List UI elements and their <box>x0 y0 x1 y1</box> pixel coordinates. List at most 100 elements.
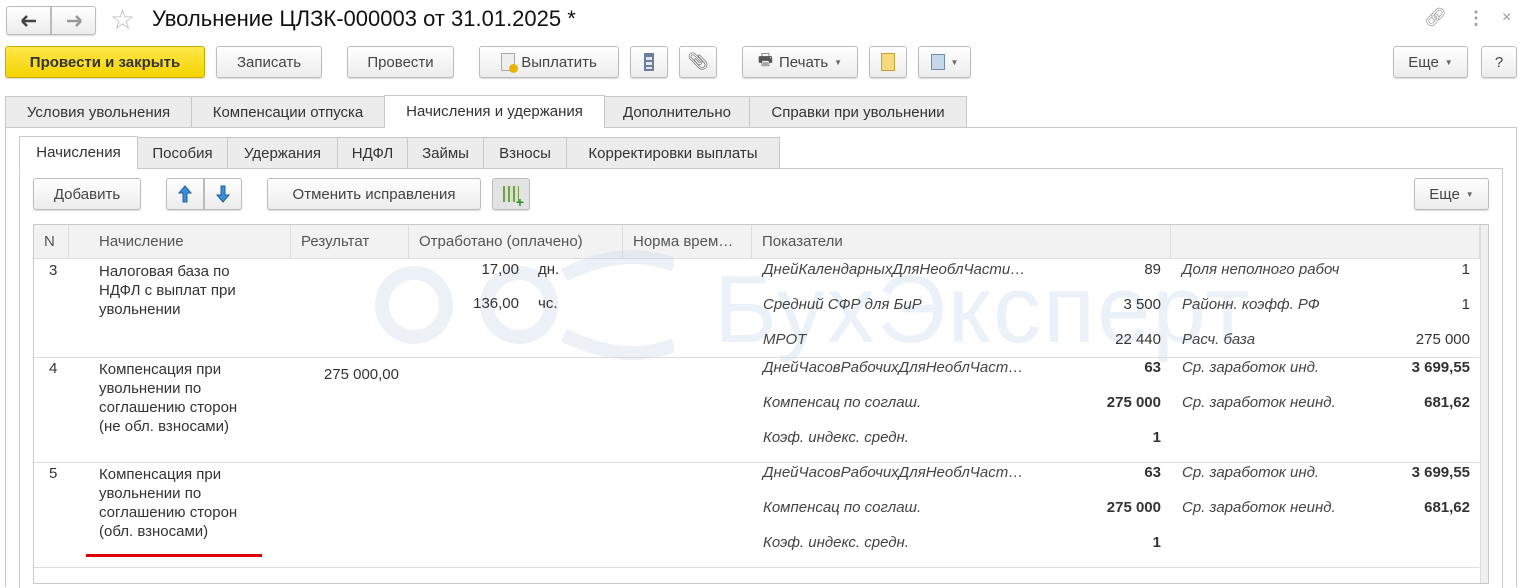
post-label: Провести <box>367 53 434 71</box>
indicator-label: ДнейКалендарныхДляНеоблЧасти… <box>763 261 1026 278</box>
arrow-down-icon <box>216 185 230 203</box>
table-more-label: Еще <box>1429 185 1460 203</box>
tab-label: Справки при увольнении <box>771 103 945 121</box>
post-button[interactable]: Провести <box>347 46 454 78</box>
column-header-norm[interactable]: Норма врем… <box>623 225 752 258</box>
add-label: Добавить <box>53 185 121 203</box>
accrual-name: Налоговая база по НДФЛ с выплат при увол… <box>99 263 236 318</box>
print-button[interactable]: 🖶 Печать ▼ <box>742 46 858 78</box>
subtab-ndfl[interactable]: НДФЛ <box>337 137 408 169</box>
move-up-button[interactable] <box>166 178 204 210</box>
tab-label: Начисления и удержания <box>406 103 583 120</box>
help-button[interactable]: ? <box>1481 46 1517 78</box>
tab-label: Начисления <box>36 144 121 161</box>
back-button[interactable] <box>6 6 51 35</box>
print-label: Печать <box>779 53 829 71</box>
subtab-contributions[interactable]: Взносы <box>483 137 567 169</box>
tab-label: Условия увольнения <box>26 103 171 121</box>
tab-dismissal-conditions[interactable]: Условия увольнения <box>5 96 192 128</box>
accrual-name: Компенсация при увольнении по соглашению… <box>99 466 238 540</box>
tab-vacation-compensation[interactable]: Компенсации отпуска <box>191 96 385 128</box>
post-and-close-button[interactable]: Провести и закрыть <box>5 46 205 78</box>
add-column-button[interactable]: + <box>492 178 530 210</box>
column-header-n[interactable]: N <box>34 225 69 258</box>
subtab-benefits[interactable]: Пособия <box>137 137 228 169</box>
indicator-label: Районн. коэфф. РФ <box>1182 296 1320 313</box>
column-header-result[interactable]: Результат <box>291 225 409 258</box>
subtab-payment-corrections[interactable]: Корректировки выплаты <box>566 137 780 169</box>
forward-button[interactable] <box>51 6 96 35</box>
tab-label: Займы <box>422 144 469 162</box>
indicator-value: 681,62 <box>1424 394 1470 411</box>
import-button[interactable]: ▼ <box>918 46 971 78</box>
dropdown-arrow-icon: ▼ <box>950 57 959 67</box>
favorite-star-icon[interactable]: ☆ <box>110 5 135 35</box>
indicator-value: 63 <box>1144 464 1161 481</box>
indicator-label: ДнейЧасовРабочихДляНеоблЧаст… <box>763 464 1024 481</box>
worked-value: 17,00 <box>481 261 519 278</box>
tab-additional[interactable]: Дополнительно <box>604 96 750 128</box>
indicator-value: 1 <box>1152 534 1161 551</box>
indicator-value: 3 500 <box>1123 296 1161 313</box>
indicator-label: МРОТ <box>763 331 807 348</box>
indicator-label: Коэф. индекс. средн. <box>763 429 909 446</box>
save-button[interactable]: Записать <box>216 46 322 78</box>
more-button[interactable]: Еще ▼ <box>1393 46 1468 78</box>
tab-label: НДФЛ <box>351 144 394 162</box>
tab-label: Корректировки выплаты <box>588 144 758 162</box>
dropdown-arrow-icon: ▼ <box>1465 189 1474 199</box>
dropdown-arrow-icon: ▼ <box>1444 57 1453 67</box>
cancel-fixes-label: Отменить исправления <box>292 185 456 203</box>
tab-label: Компенсации отпуска <box>212 103 364 121</box>
indicator-value: 275 000 <box>1415 331 1470 348</box>
column-header-accrual[interactable]: Начисление <box>89 225 291 258</box>
column-header-worked[interactable]: Отработано (оплачено) <box>409 225 623 258</box>
schedule-doc-button[interactable] <box>869 46 907 78</box>
arrow-up-icon <box>178 185 192 203</box>
arrow-right-icon <box>66 14 82 27</box>
table-more-button[interactable]: Еще ▼ <box>1414 178 1489 210</box>
indicator-label: Доля неполного рабоч <box>1182 261 1340 278</box>
subtab-deductions[interactable]: Удержания <box>227 137 338 169</box>
row-number: 4 <box>49 360 58 377</box>
row-divider <box>34 567 1479 568</box>
column-header-extra[interactable] <box>1171 225 1480 258</box>
indicator-value: 275 000 <box>1106 394 1161 411</box>
vertical-scrollbar[interactable] <box>1480 225 1488 583</box>
indicator-label: Ср. заработок инд. <box>1182 359 1320 376</box>
list-button[interactable] <box>630 46 668 78</box>
indicator-value: 89 <box>1144 261 1161 278</box>
row-number: 5 <box>49 465 58 482</box>
add-button[interactable]: Добавить <box>33 178 141 210</box>
tab-accruals-deductions[interactable]: Начисления и удержания <box>384 95 605 128</box>
post-and-close-label: Провести и закрыть <box>29 53 181 71</box>
more-label: Еще <box>1408 53 1439 71</box>
close-icon[interactable]: × <box>1502 9 1511 27</box>
table-add-icon: + <box>503 186 524 209</box>
dropdown-arrow-icon: ▼ <box>834 57 843 67</box>
indicator-value: 1 <box>1461 296 1470 313</box>
worked-unit: дн. <box>538 261 560 278</box>
move-down-button[interactable] <box>204 178 242 210</box>
indicator-label: Ср. заработок неинд. <box>1182 394 1336 411</box>
link-icon[interactable]: 🔗︎ <box>1424 7 1447 28</box>
subtab-loans[interactable]: Займы <box>407 137 484 169</box>
pay-button[interactable]: Выплатить <box>479 46 619 78</box>
table-header: N Начисление Результат Отработано (оплач… <box>34 225 1480 259</box>
attach-button[interactable]: 📎︎ <box>679 46 717 78</box>
column-header-indicators[interactable]: Показатели <box>752 225 1171 258</box>
accruals-table: N Начисление Результат Отработано (оплач… <box>33 224 1489 584</box>
indicator-label: Компенсац по соглаш. <box>763 499 922 516</box>
tab-label: Взносы <box>499 144 551 162</box>
window-title: Увольнение ЦЛЗК-000003 от 31.01.2025 * <box>152 6 576 31</box>
worked-unit: чс. <box>538 295 558 312</box>
more-vertical-icon[interactable]: ⋮ <box>1467 8 1485 29</box>
cancel-fixes-button[interactable]: Отменить исправления <box>267 178 481 210</box>
highlight-underline <box>86 554 262 557</box>
indicator-label: Ср. заработок инд. <box>1182 464 1320 481</box>
paperclip-icon: 📎︎ <box>687 52 709 71</box>
list-icon <box>644 53 654 71</box>
subtab-accruals[interactable]: Начисления <box>19 136 138 169</box>
tab-dismissal-certificates[interactable]: Справки при увольнении <box>749 96 967 128</box>
indicator-label: ДнейЧасовРабочихДляНеоблЧаст… <box>763 359 1024 376</box>
